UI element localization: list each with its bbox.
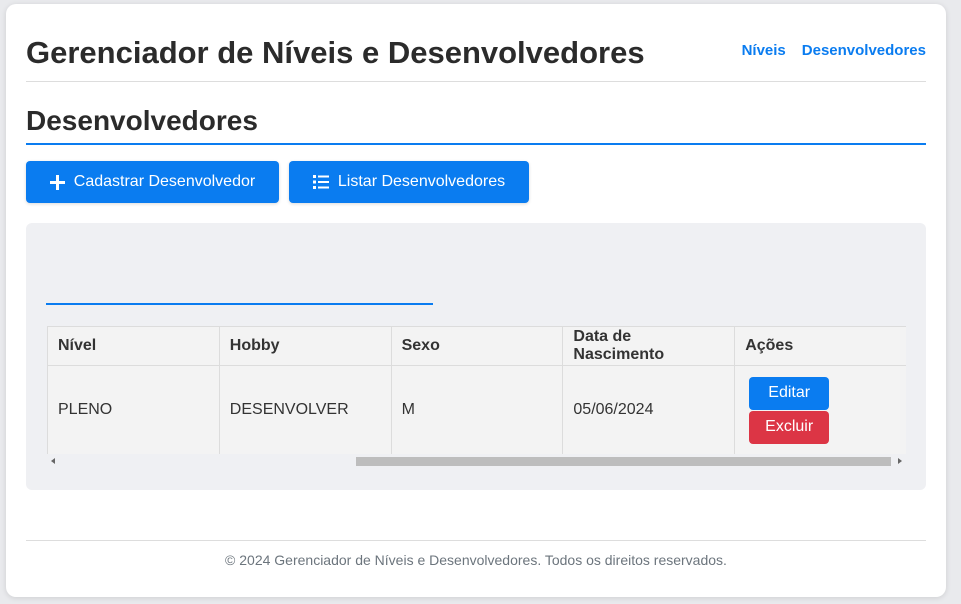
table-container: Nível Hobby Sexo Data de Nascimento Açõe… bbox=[47, 326, 906, 454]
cell-nivel: PLENO bbox=[47, 365, 220, 454]
nav-link-niveis[interactable]: Níveis bbox=[742, 42, 786, 59]
plus-icon bbox=[49, 174, 65, 190]
main-card: Gerenciador de Níveis e Desenvolvedores … bbox=[6, 4, 946, 597]
page-header: Gerenciador de Níveis e Desenvolvedores … bbox=[26, 4, 926, 82]
panel-divider bbox=[46, 303, 433, 305]
cell-sexo: M bbox=[390, 365, 564, 454]
table-row: PLENO DESENVOLVER M 05/06/2024 Editar Ex… bbox=[47, 365, 906, 454]
column-header-acoes: Ações bbox=[734, 326, 906, 366]
scroll-right-arrow-icon[interactable] bbox=[898, 458, 902, 464]
column-header-sexo: Sexo bbox=[390, 326, 564, 366]
developers-table: Nível Hobby Sexo Data de Nascimento Açõe… bbox=[47, 326, 906, 454]
cell-acoes: Editar Excluir bbox=[734, 365, 906, 454]
top-nav: Níveis Desenvolvedores bbox=[742, 42, 926, 59]
list-panel: Nível Hobby Sexo Data de Nascimento Açõe… bbox=[26, 223, 926, 490]
cadastrar-desenvolvedor-button[interactable]: Cadastrar Desenvolvedor bbox=[26, 161, 279, 203]
listar-desenvolvedores-label: Listar Desenvolvedores bbox=[337, 173, 506, 190]
cadastrar-desenvolvedor-label: Cadastrar Desenvolvedor bbox=[73, 173, 256, 190]
section-divider bbox=[26, 143, 926, 145]
table-header-row: Nível Hobby Sexo Data de Nascimento Açõe… bbox=[47, 326, 906, 366]
column-header-data-nascimento: Data de Nascimento bbox=[562, 326, 736, 366]
horizontal-scrollbar[interactable] bbox=[47, 456, 906, 467]
cell-hobby: DESENVOLVER bbox=[218, 365, 392, 454]
scrollbar-thumb[interactable] bbox=[356, 457, 891, 466]
list-icon bbox=[312, 175, 329, 189]
app-title: Gerenciador de Níveis e Desenvolvedores bbox=[26, 35, 645, 70]
column-header-nivel: Nível bbox=[47, 326, 220, 366]
section-title: Desenvolvedores bbox=[26, 105, 258, 136]
nav-link-desenvolvedores[interactable]: Desenvolvedores bbox=[802, 42, 926, 59]
edit-button[interactable]: Editar bbox=[749, 376, 830, 410]
scroll-left-arrow-icon[interactable] bbox=[51, 458, 55, 464]
cell-data-nascimento: 05/06/2024 bbox=[562, 365, 736, 454]
footer-text: © 2024 Gerenciador de Níveis e Desenvolv… bbox=[225, 552, 727, 568]
column-header-hobby: Hobby bbox=[218, 326, 392, 366]
listar-desenvolvedores-button[interactable]: Listar Desenvolvedores bbox=[289, 161, 529, 203]
page-footer: © 2024 Gerenciador de Níveis e Desenvolv… bbox=[26, 540, 926, 568]
delete-button[interactable]: Excluir bbox=[749, 410, 830, 444]
